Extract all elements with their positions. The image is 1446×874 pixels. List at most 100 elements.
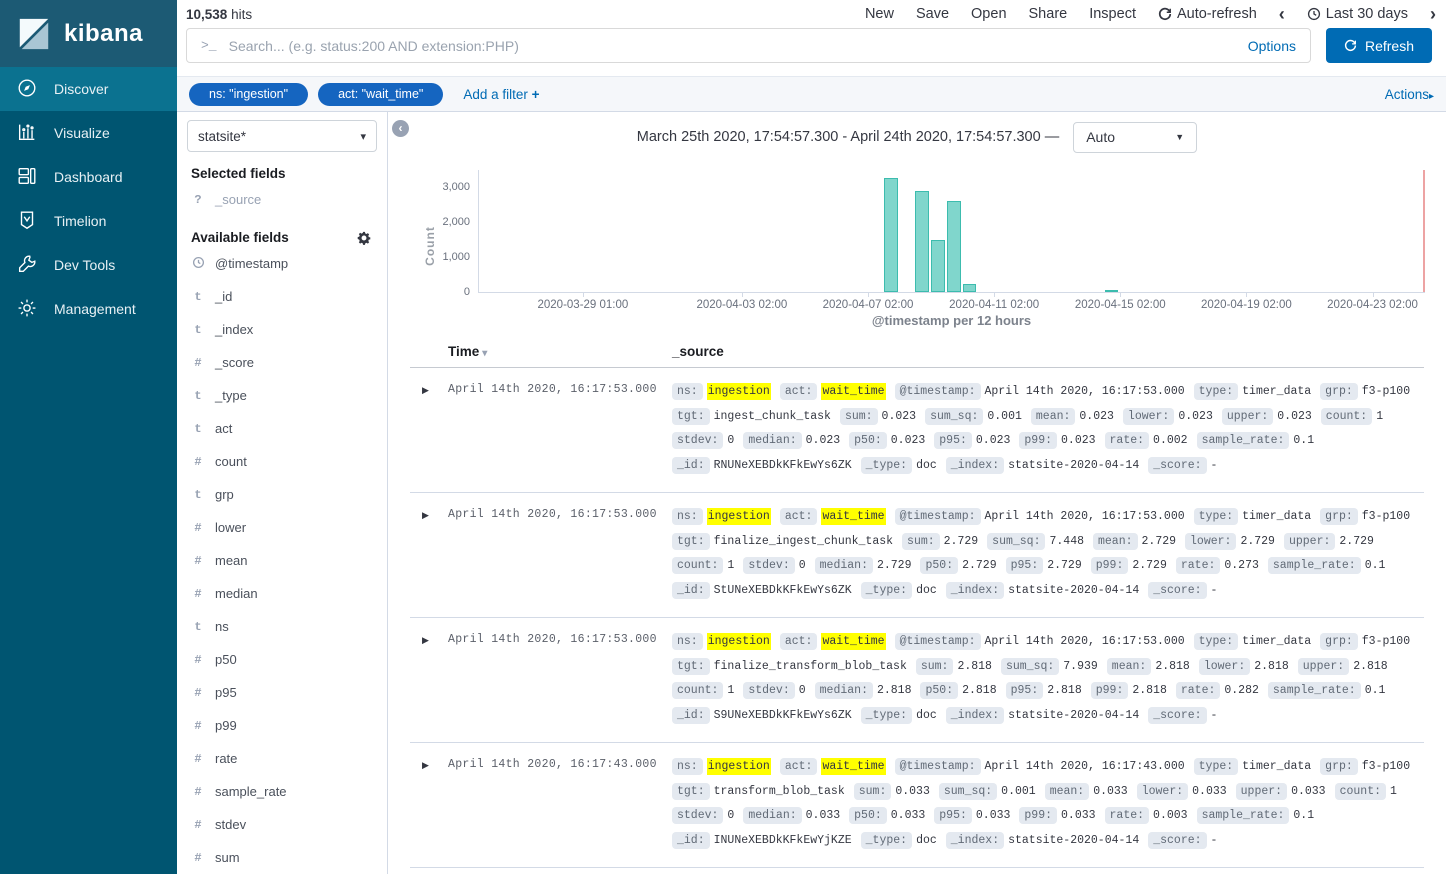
index-pattern-select[interactable]: statsite* ▾ — [187, 120, 377, 152]
field-item-ns[interactable]: tns — [187, 610, 377, 643]
expand-row-icon[interactable]: ▶ — [410, 755, 448, 853]
field-key-badge: p95: — [934, 807, 972, 824]
field-item-grp[interactable]: tgrp — [187, 478, 377, 511]
sidebar-item-dashboard[interactable]: Dashboard — [0, 155, 177, 199]
open-menu-item[interactable]: Open — [971, 6, 1006, 22]
search-input[interactable] — [229, 38, 1236, 54]
field-item-sample_rate[interactable]: #sample_rate — [187, 775, 377, 808]
field-item-stdev[interactable]: #stdev — [187, 808, 377, 841]
histogram-bar[interactable] — [947, 201, 961, 292]
options-link[interactable]: Options — [1248, 38, 1296, 54]
actions-link[interactable]: Actions▸ — [1385, 87, 1434, 102]
field-item-_id[interactable]: t_id — [187, 280, 377, 313]
field-settings-gear-icon[interactable] — [357, 231, 371, 245]
expand-row-icon[interactable]: ▶ — [410, 380, 448, 478]
sidebar-item-discover[interactable]: Discover — [0, 67, 177, 111]
kibana-logo[interactable]: kibana — [0, 0, 177, 67]
field-value: wait_time — [821, 633, 885, 650]
row-source: ns:ingestionact:wait_time@timestamp:Apri… — [672, 630, 1424, 728]
field-item-_type[interactable]: t_type — [187, 379, 377, 412]
field-key-badge: upper: — [1284, 533, 1335, 550]
field-item-_score[interactable]: #_score — [187, 346, 377, 379]
field-item-act[interactable]: tact — [187, 412, 377, 445]
field-key-badge: median: — [815, 682, 873, 699]
field-key-badge: mean: — [1107, 658, 1152, 675]
source-line: _id:INUNeXEBDkKFkEwYjKZE_type:doc_index:… — [672, 829, 1424, 854]
save-menu-item[interactable]: Save — [916, 6, 949, 22]
field-item-timestamp[interactable]: @timestamp — [187, 247, 377, 280]
new-menu-item[interactable]: New — [865, 6, 894, 22]
timepicker-button[interactable]: Last 30 days — [1307, 6, 1408, 22]
field-key-badge: grp: — [1320, 508, 1358, 525]
filter-pill[interactable]: ns: "ingestion" — [189, 83, 308, 106]
field-value: doc — [916, 584, 937, 597]
histogram-bar[interactable] — [884, 178, 898, 292]
field-value: 2.729 — [877, 559, 912, 572]
row-time: April 14th 2020, 16:17:53.000 — [448, 380, 672, 478]
field-key-badge: type: — [1194, 508, 1239, 525]
query-prompt-icon: >_ — [201, 38, 217, 53]
share-menu-item[interactable]: Share — [1029, 6, 1068, 22]
inspect-menu-item[interactable]: Inspect — [1089, 6, 1136, 22]
expand-row-icon[interactable]: ▶ — [410, 630, 448, 728]
field-item-p99[interactable]: #p99 — [187, 709, 377, 742]
x-tick-mark — [742, 292, 743, 297]
nav-items: DiscoverVisualizeDashboardTimelionDev To… — [0, 67, 177, 331]
sort-caret-icon: ▾ — [482, 348, 487, 359]
field-value: statsite-2020-04-14 — [1008, 834, 1139, 847]
field-key-badge: count: — [1321, 408, 1372, 425]
histogram-bar[interactable] — [931, 240, 945, 292]
x-tick-mark — [1246, 292, 1247, 297]
available-fields-list: @timestampt_idt_index#_scoret_typetact#c… — [187, 247, 377, 874]
number-field-icon: # — [191, 653, 205, 667]
histogram-plot[interactable]: 01,0002,0003,0002020-03-29 01:002020-04-… — [478, 170, 1425, 293]
field-value: 7.448 — [1049, 535, 1084, 548]
sidebar-item-visualize[interactable]: Visualize — [0, 111, 177, 155]
expand-row-icon[interactable]: ▶ — [410, 505, 448, 603]
field-item-mean[interactable]: #mean — [187, 544, 377, 577]
sidebar-item-dev-tools[interactable]: Dev Tools — [0, 243, 177, 287]
x-tick-mark — [583, 292, 584, 297]
field-item-rate[interactable]: #rate — [187, 742, 377, 775]
field-value: 1 — [1376, 410, 1383, 423]
refresh-button[interactable]: Refresh — [1326, 28, 1432, 63]
y-tick-label: 3,000 — [442, 181, 470, 193]
field-value: wait_time — [821, 508, 885, 525]
field-item-_source[interactable]: ?_source — [187, 183, 377, 216]
filter-pill[interactable]: act: "wait_time" — [318, 83, 443, 106]
interval-select[interactable]: Auto ▼ — [1073, 122, 1197, 153]
row-time: April 14th 2020, 16:17:53.000 — [448, 630, 672, 728]
field-item-p50[interactable]: #p50 — [187, 643, 377, 676]
histogram-bar[interactable] — [963, 284, 977, 292]
field-key-badge: sample_rate: — [1197, 807, 1290, 824]
field-item-count[interactable]: #count — [187, 445, 377, 478]
field-item-median[interactable]: #median — [187, 577, 377, 610]
histogram-bar[interactable] — [1105, 290, 1119, 292]
x-tick-mark — [1120, 292, 1121, 297]
field-item-p95[interactable]: #p95 — [187, 676, 377, 709]
time-prev-button[interactable]: ‹ — [1279, 5, 1285, 23]
field-value: timer_data — [1242, 385, 1311, 398]
field-value: 0.023 — [882, 410, 917, 423]
auto-refresh-button[interactable]: Auto-refresh — [1158, 6, 1257, 22]
x-tick-mark — [1373, 292, 1374, 297]
field-item-_index[interactable]: t_index — [187, 313, 377, 346]
field-key-badge: mean: — [1093, 533, 1138, 550]
histogram-bar[interactable] — [915, 191, 929, 292]
y-tick-label: 0 — [464, 286, 470, 298]
field-item-sum[interactable]: #sum — [187, 841, 377, 874]
collapse-sidebar-button[interactable]: ‹ — [392, 120, 409, 137]
field-key-badge: upper: — [1222, 408, 1273, 425]
sidebar-item-timelion[interactable]: Timelion — [0, 199, 177, 243]
x-tick-label: 2020-04-03 02:00 — [696, 299, 787, 311]
field-value: April 14th 2020, 16:17:53.000 — [985, 510, 1185, 523]
time-next-button[interactable]: › — [1430, 5, 1436, 23]
field-value: 0.001 — [987, 410, 1022, 423]
field-item-lower[interactable]: #lower — [187, 511, 377, 544]
field-key-badge: rate: — [1176, 557, 1221, 574]
time-column-header[interactable]: Time▾ — [448, 344, 672, 359]
sidebar-item-management[interactable]: Management — [0, 287, 177, 331]
field-value: f3-p100 — [1362, 385, 1410, 398]
add-filter-button[interactable]: Add a filter + — [463, 87, 539, 102]
field-key-badge: upper: — [1236, 783, 1287, 800]
